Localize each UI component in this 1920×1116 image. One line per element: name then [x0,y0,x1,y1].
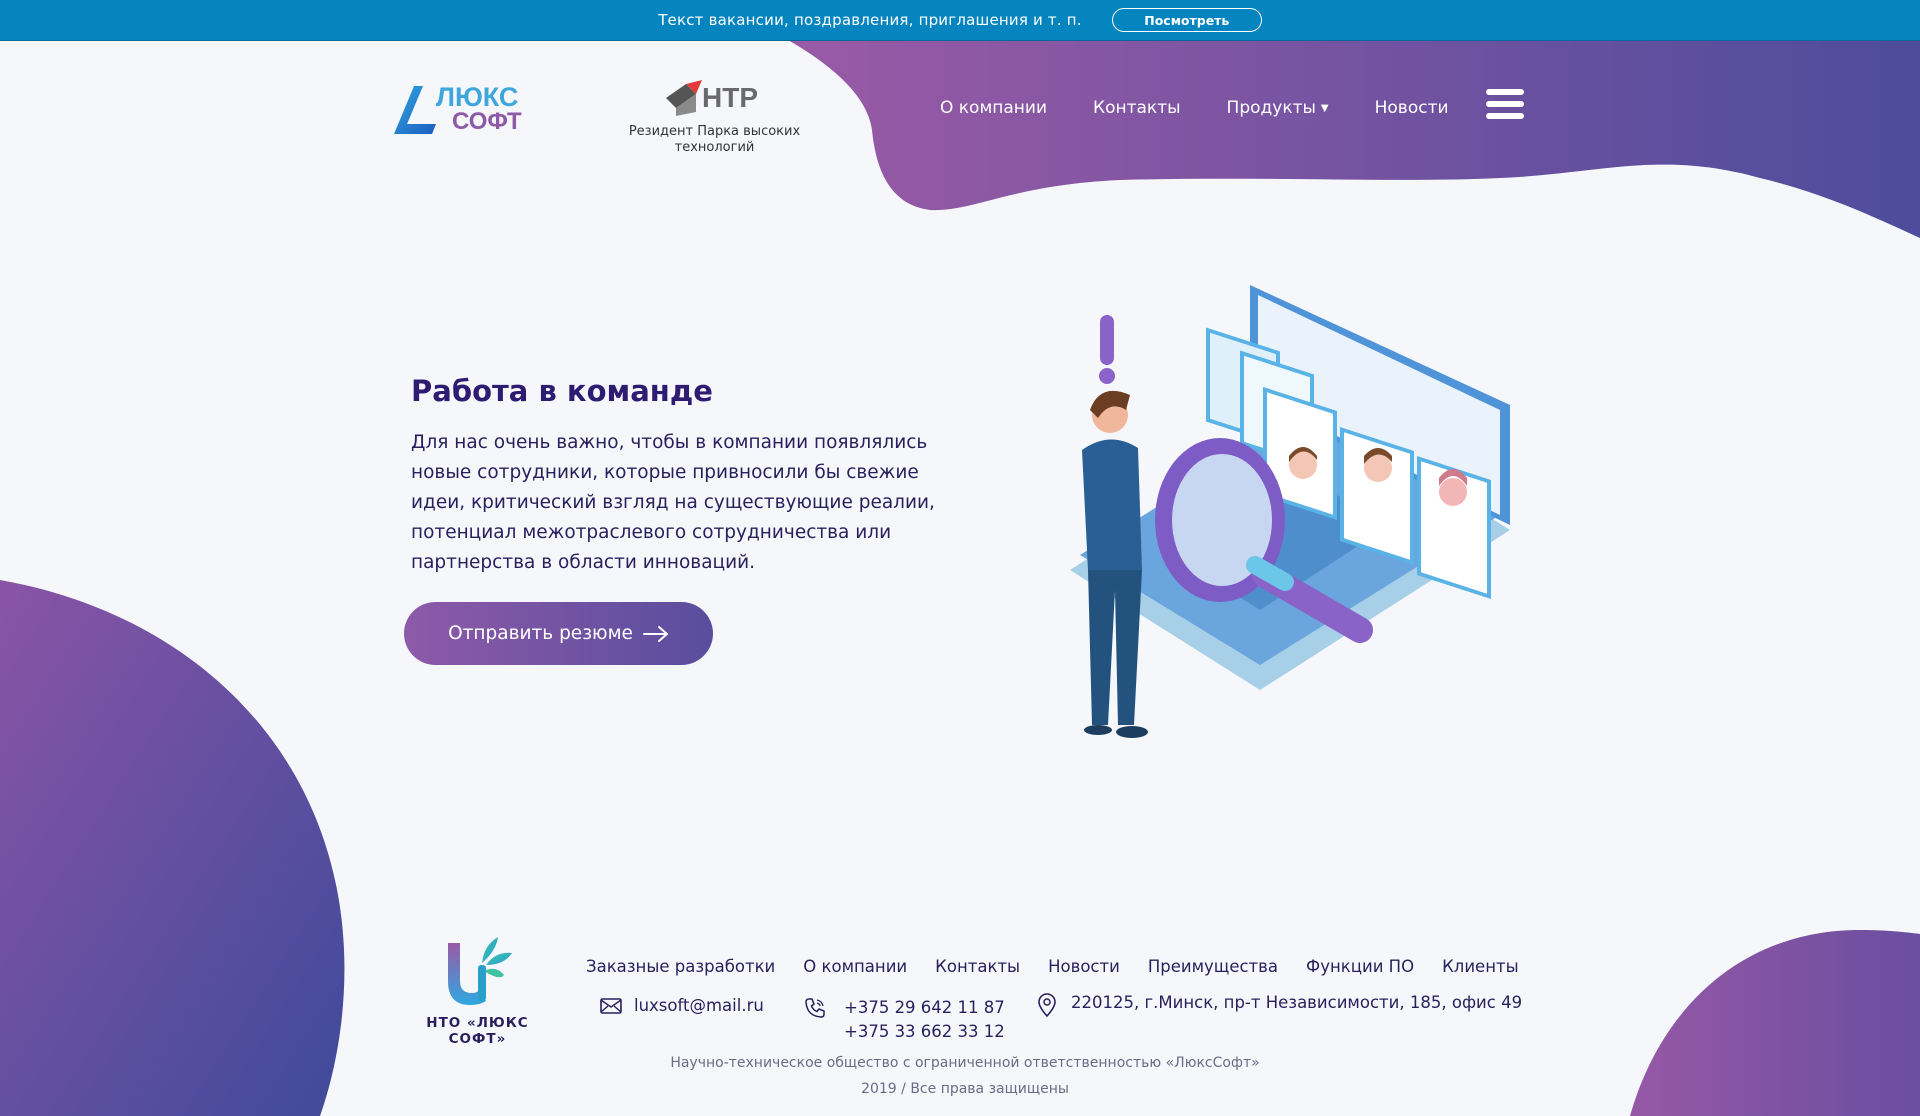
send-resume-label: Отправить резюме [448,623,633,644]
nav-item-products[interactable]: Продукты ▼ [1227,98,1329,122]
htp-resident-badge: HTP Резидент Парка высоких технологий [612,76,817,166]
logo-text-top: ЛЮКС [436,82,519,112]
footer-address: 220125, г.Минск, пр-т Независимости, 185… [1037,993,1523,1017]
address-value: 220125, г.Минск, пр-т Независимости, 185… [1071,993,1523,1012]
footer-phones[interactable]: +375 29 642 11 87 +375 33 662 33 12 [804,996,1005,1044]
hero-description: Для нас очень важно, чтобы в компании по… [411,432,935,573]
envelope-icon [600,998,622,1014]
footer-logo[interactable]: НТО «ЛЮКС СОФТ» [400,935,555,1047]
nav-item-about[interactable]: О компании [940,98,1047,122]
footer-nav-advantages[interactable]: Преимущества [1148,957,1278,976]
phone-value-2: +375 33 662 33 12 [844,1022,1005,1041]
announcement-view-button[interactable]: Посмотреть [1111,8,1262,32]
footer-email[interactable]: luxsoft@mail.ru [600,996,764,1015]
nav-item-label: Контакты [1093,98,1181,118]
phone-icon [805,998,825,1018]
footer-nav-news[interactable]: Новости [1048,957,1120,976]
nav-item-news[interactable]: Новости [1375,98,1449,122]
footer-logo-mark-icon [447,937,512,1005]
caret-down-icon: ▼ [1320,103,1329,114]
main-nav: О компании Контакты Продукты ▼ Новости [940,98,1495,122]
left-blob [0,580,345,1116]
header-wave [788,40,1920,238]
announcement-bar: Текст вакансии, поздравления, приглашени… [0,0,1920,41]
page-title: Работа в команде [411,374,713,408]
footer-legal-text: Научно-техническое общество с ограниченн… [670,1055,1260,1071]
htp-caption: Резидент Парка высоких технологий [628,124,801,155]
footer-nav-custom-dev[interactable]: Заказные разработки [586,957,775,976]
arrow-right-icon [642,625,668,642]
company-logo[interactable]: ЛЮКС СОФТ [392,80,532,140]
footer-nav-features[interactable]: Функции ПО [1306,957,1414,976]
footer-nav-about[interactable]: О компании [803,957,907,976]
announcement-text: Текст вакансии, поздравления, приглашени… [658,11,1082,29]
footer-copyright: 2019 / Все права защищены [861,1081,1069,1097]
htp-logo-text: HTP [702,82,758,113]
logo-mark-icon [394,86,436,134]
hamburger-icon[interactable] [1486,89,1524,123]
footer-nav-clients[interactable]: Клиенты [1442,957,1519,976]
nav-item-label: О компании [940,98,1048,118]
footer-nav-contacts[interactable]: Контакты [935,957,1020,976]
team-hiring-illustration [1070,285,1510,738]
send-resume-button[interactable]: Отправить резюме [404,602,713,665]
footer-nav: Заказные разработки О компании Контакты … [586,957,1519,976]
phone-value-1: +375 29 642 11 87 [844,998,1005,1017]
map-pin-icon [1038,993,1056,1017]
logo-text-bottom: СОФТ [452,108,522,135]
footer-company-name: НТО «ЛЮКС СОФТ» [426,1015,529,1047]
nav-item-label: Новости [1374,98,1449,118]
nav-item-contacts[interactable]: Контакты [1093,98,1181,122]
email-value: luxsoft@mail.ru [634,996,764,1015]
nav-item-label: Продукты [1226,98,1316,118]
